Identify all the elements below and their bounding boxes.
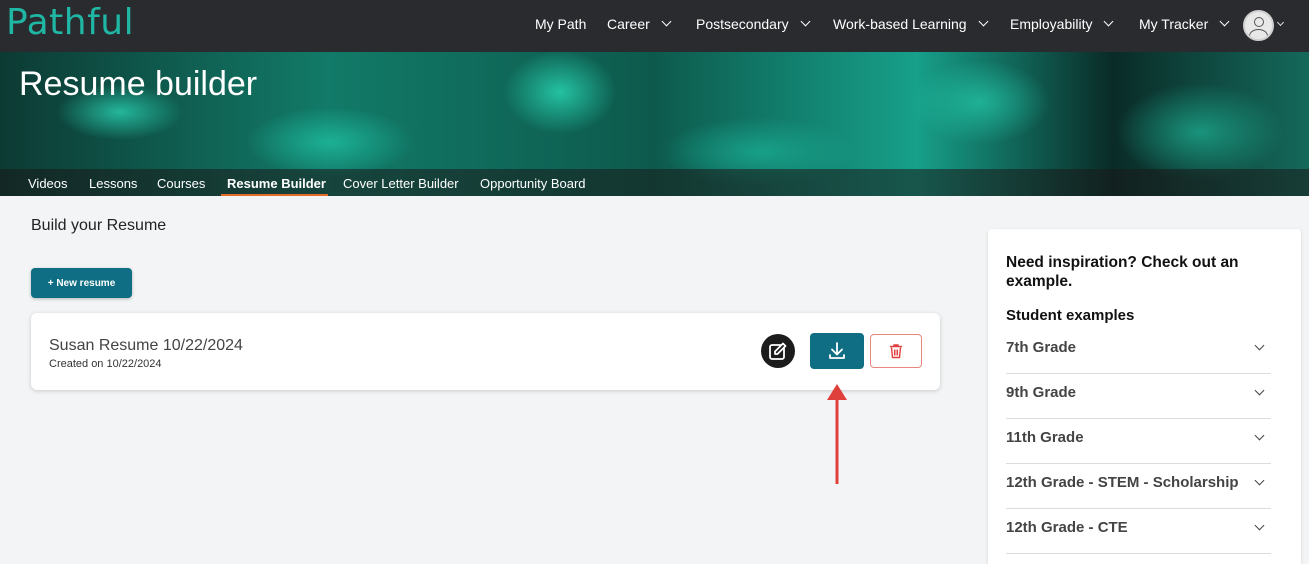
chevron-down-icon [1254,430,1265,441]
tab-cover-letter-builder[interactable]: Cover Letter Builder [343,176,459,191]
page-title: Resume builder [19,65,258,103]
inspiration-heading: Need inspiration? Check out an example. [1006,254,1239,290]
nav-career[interactable]: Career [607,16,672,32]
resume-card: Susan Resume 10/22/2024 Created on 10/22… [31,313,940,390]
sub-navigation: Videos Lessons Courses Resume Builder Co… [0,169,1309,196]
accordion-label: 7th Grade [1006,339,1077,356]
accordion-label: 11th Grade [1006,429,1084,446]
chevron-down-icon [1254,520,1265,531]
download-resume-button[interactable] [810,333,864,369]
nav-career-label: Career [607,16,650,32]
example-12th-grade-cte[interactable]: 12th Grade - CTE [1006,509,1271,554]
tab-resume-builder[interactable]: Resume Builder [227,176,326,191]
nav-employability[interactable]: Employability [1010,16,1114,32]
resume-created-date: Created on 10/22/2024 [49,358,162,370]
annotation-arrow-icon [827,384,847,484]
nav-my-tracker-label: My Tracker [1139,16,1209,32]
chevron-down-icon [1254,475,1265,486]
nav-employability-label: Employability [1010,16,1093,32]
chevron-down-icon[interactable] [1276,18,1285,27]
trash-icon [889,344,903,359]
chevron-down-icon [1104,16,1114,27]
nav-postsecondary[interactable]: Postsecondary [696,16,811,32]
accordion-label: 12th Grade - CTE [1006,519,1128,536]
nav-my-path-label: My Path [535,16,587,32]
example-9th-grade[interactable]: 9th Grade [1006,374,1271,419]
inspiration-panel: Need inspiration? Check out an example. … [988,229,1301,564]
example-12th-grade-stem-scholarship[interactable]: 12th Grade - STEM - Scholarship [1006,464,1271,509]
hero-banner: Resume builder Videos Lessons Courses Re… [0,52,1309,196]
avatar-head [1254,17,1264,27]
example-7th-grade[interactable]: 7th Grade [1006,329,1271,374]
new-resume-button[interactable]: + New resume [31,268,132,298]
tab-courses[interactable]: Courses [157,176,205,191]
nav-work-based-learning[interactable]: Work-based Learning [833,16,989,32]
example-11th-grade[interactable]: 11th Grade [1006,419,1271,464]
avatar-body [1249,29,1268,39]
active-tab-indicator [221,194,328,196]
tab-videos[interactable]: Videos [28,176,68,191]
user-avatar-icon[interactable] [1243,10,1274,41]
student-examples-heading: Student examples [1006,307,1135,324]
resume-name[interactable]: Susan Resume 10/22/2024 [49,337,243,355]
edit-icon [769,342,787,360]
accordion-label: 12th Grade - STEM - Scholarship [1006,474,1239,491]
download-icon [829,342,845,359]
accordion-label: 9th Grade [1006,384,1077,401]
chevron-down-icon [661,16,672,27]
tab-opportunity-board[interactable]: Opportunity Board [480,176,586,191]
chevron-down-icon [1219,16,1230,27]
pathful-logo[interactable]: Pathful [6,2,134,43]
top-navbar: Pathful My Path Career Postsecondary Wor… [0,0,1309,52]
chevron-down-icon [1254,340,1265,351]
nav-my-path[interactable]: My Path [535,16,586,32]
chevron-down-icon [978,16,989,27]
section-title: Build your Resume [31,217,167,234]
delete-resume-button[interactable] [870,334,922,368]
edit-resume-button[interactable] [761,334,795,368]
nav-my-tracker[interactable]: My Tracker [1139,16,1230,32]
tab-lessons[interactable]: Lessons [89,176,137,191]
nav-postsecondary-label: Postsecondary [696,16,789,32]
chevron-down-icon [800,16,811,27]
nav-work-based-learning-label: Work-based Learning [833,16,967,32]
chevron-down-icon [1254,385,1265,396]
